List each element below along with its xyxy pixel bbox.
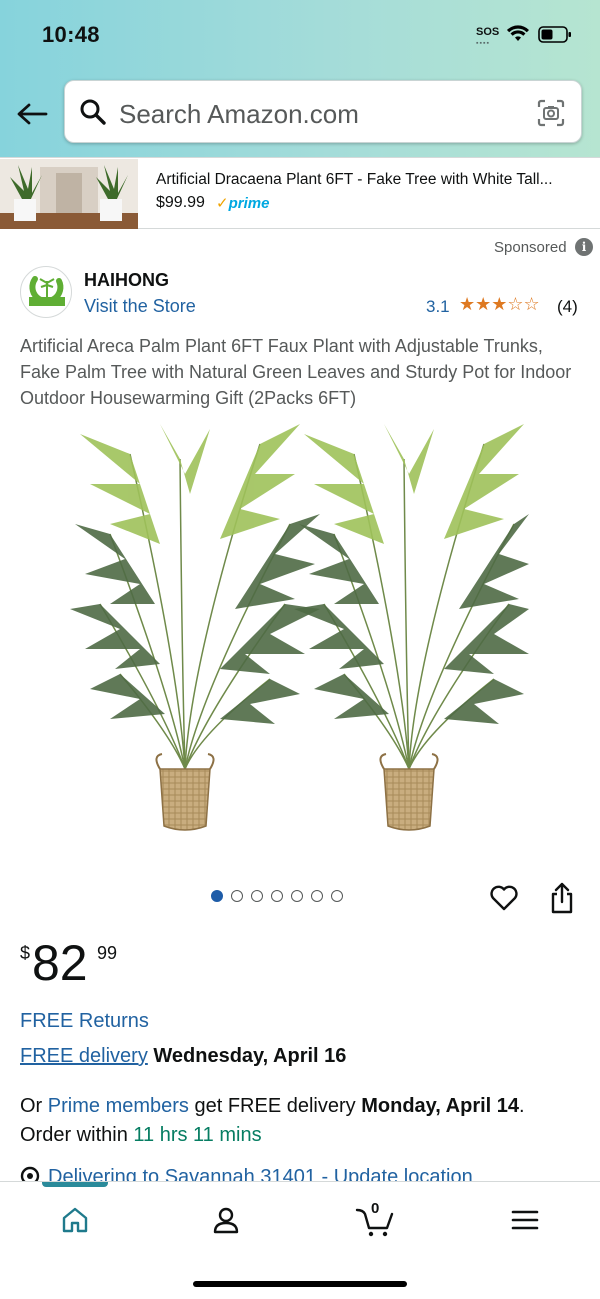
palm-plant-right	[294, 424, 529, 831]
prime-delivery-date: Monday, April 14	[361, 1095, 520, 1117]
palm-plant-left	[70, 424, 320, 831]
wifi-icon	[507, 25, 529, 41]
signal-dots: ▪▪▪▪	[476, 40, 490, 47]
deliver-to-text[interactable]: Delivering to Savannah 31401 - Update lo…	[48, 1166, 473, 1182]
home-icon	[62, 1207, 88, 1233]
camera-icon[interactable]	[536, 98, 566, 128]
price-symbol: $	[20, 943, 31, 963]
prime-middle: get FREE delivery	[194, 1095, 356, 1117]
back-button[interactable]	[14, 96, 50, 132]
cart-count: 0	[371, 1200, 380, 1217]
nav-home[interactable]	[55, 1200, 95, 1240]
sponsored-ad-banner[interactable]: Artificial Dracaena Plant 6FT - Fake Tre…	[0, 157, 600, 229]
nav-account[interactable]	[206, 1200, 246, 1240]
carousel-dot[interactable]	[331, 890, 343, 902]
ad-title[interactable]: Artificial Dracaena Plant 6FT - Fake Tre…	[156, 171, 553, 189]
image-carousel-dots[interactable]	[211, 890, 343, 904]
prime-badge: ✓prime	[216, 195, 270, 212]
star-rating[interactable]: ★★★☆☆	[459, 294, 540, 315]
info-icon[interactable]: i	[575, 238, 593, 256]
brand-name: HAIHONG	[84, 270, 169, 290]
search-placeholder: Search Amazon.com	[119, 99, 359, 129]
free-delivery-link[interactable]: FREE delivery	[20, 1045, 148, 1067]
battery-icon	[538, 26, 571, 43]
brand-logo[interactable]	[20, 266, 72, 318]
rating-value[interactable]: 3.1	[426, 297, 450, 317]
order-within-label: Order within	[20, 1124, 128, 1146]
prime-members-link[interactable]: Prime members	[48, 1095, 189, 1117]
carousel-dot[interactable]	[231, 890, 243, 902]
prime-label: prime	[228, 195, 270, 212]
carousel-dot[interactable]	[271, 890, 283, 902]
wishlist-heart-icon[interactable]	[488, 882, 520, 914]
account-icon	[213, 1207, 239, 1234]
search-input[interactable]: Search Amazon.com	[64, 80, 582, 143]
prime-period: .	[519, 1095, 525, 1117]
brand-logo-graphic	[29, 276, 65, 306]
carousel-dot[interactable]	[311, 890, 323, 902]
back-arrow-icon	[17, 103, 48, 125]
order-within-time: 11 hrs 11 mins	[133, 1124, 262, 1146]
price-whole: 82	[32, 935, 88, 991]
menu-icon	[511, 1210, 539, 1230]
nav-menu[interactable]	[505, 1200, 545, 1240]
share-icon[interactable]	[547, 881, 577, 915]
header: 10:48 SOS ▪▪▪▪ Search Amazon.com	[0, 0, 600, 157]
search-icon	[80, 99, 106, 125]
delivery-info: FREE delivery Wednesday, April 16	[20, 1045, 346, 1068]
prime-prefix: Or	[20, 1095, 43, 1117]
active-tab-indicator	[42, 1182, 108, 1187]
visit-store-link[interactable]: Visit the Store	[84, 296, 196, 317]
rating-count[interactable]: (4)	[557, 297, 578, 317]
home-indicator	[193, 1281, 407, 1287]
bottom-navigation: 0	[0, 1181, 600, 1299]
free-returns-link[interactable]: FREE Returns	[20, 1010, 149, 1033]
nav-cart[interactable]: 0	[355, 1200, 395, 1240]
prime-delivery-info: Or Prime members get FREE delivery Monda…	[20, 1092, 590, 1150]
status-time: 10:48	[42, 22, 100, 47]
product-title: Artificial Areca Palm Plant 6FT Faux Pla…	[20, 336, 572, 408]
sponsored-label: Sponsored	[494, 239, 567, 256]
ad-price: $99.99	[156, 194, 205, 211]
carousel-dot[interactable]	[291, 890, 303, 902]
delivery-date: Wednesday, April 16	[153, 1045, 347, 1067]
price-fraction: 99	[97, 943, 118, 963]
carousel-dot[interactable]	[211, 890, 223, 902]
carousel-dot[interactable]	[251, 890, 263, 902]
ad-product-thumbnail	[0, 159, 138, 229]
location-pin-icon	[20, 1166, 40, 1182]
product-image[interactable]	[70, 414, 530, 840]
deliver-to-location[interactable]: Delivering to Savannah 31401 - Update lo…	[20, 1166, 473, 1182]
sos-indicator: SOS	[476, 26, 500, 38]
